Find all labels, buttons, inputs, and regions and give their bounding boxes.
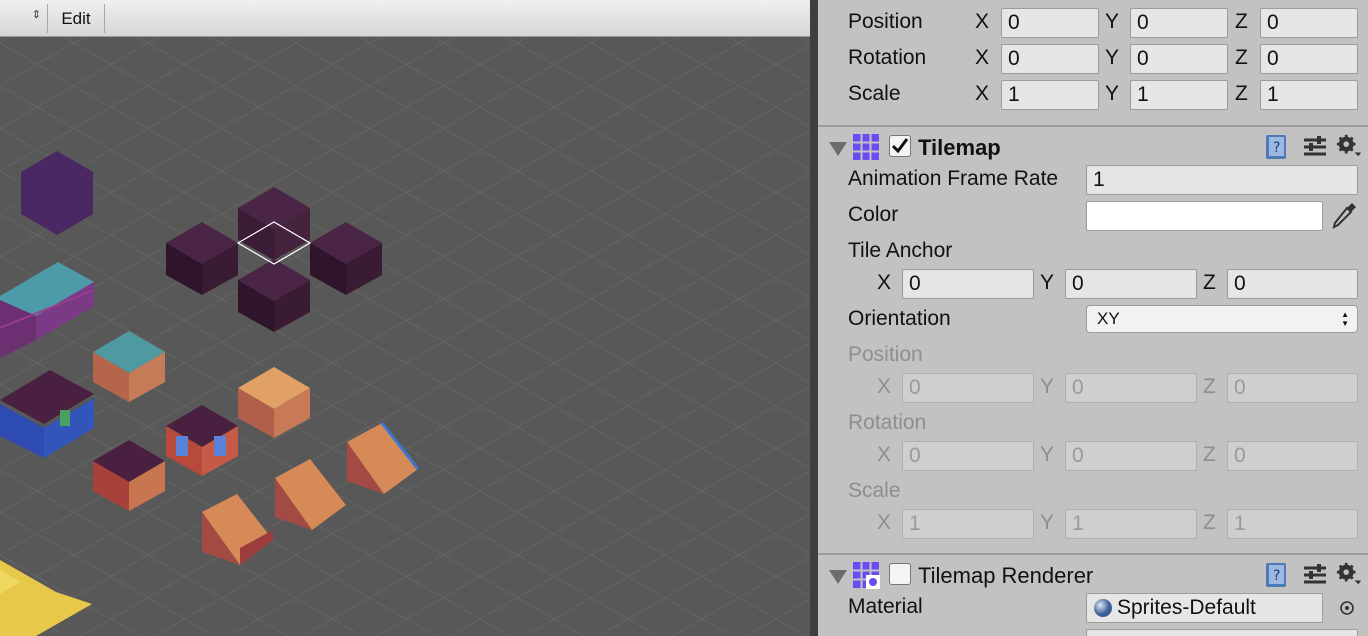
transform-position-z[interactable]: 0	[1260, 8, 1358, 38]
checkmark-icon	[891, 138, 909, 154]
axis-y-label: Y	[1040, 511, 1055, 534]
color-swatch-field[interactable]	[1086, 201, 1323, 231]
orientation-position-z: 0	[1227, 373, 1358, 403]
updown-arrows-icon: ▲ ▼	[1341, 310, 1349, 328]
axis-y-label: Y	[1105, 10, 1120, 33]
help-book-icon[interactable]: ?	[1264, 562, 1290, 588]
tile-anchor-y[interactable]: 0	[1065, 269, 1197, 299]
orientation-rotation-y: 0	[1065, 441, 1197, 471]
transform-position-label: Position	[848, 10, 923, 33]
orientation-scale-y: 1	[1065, 509, 1197, 539]
tilemap-renderer-icon	[853, 562, 880, 589]
axis-y-label: Y	[1105, 82, 1120, 105]
transform-rotation-label: Rotation	[848, 46, 927, 69]
scene-canvas[interactable]	[0, 37, 810, 636]
tilemap-renderer-enabled-checkbox[interactable]	[889, 563, 911, 585]
axis-z-label: Z	[1203, 443, 1216, 466]
draw-mode-dropdown[interactable]: ⇕	[0, 4, 48, 33]
panel-splitter[interactable]	[810, 0, 818, 636]
grid-component-icon	[853, 134, 879, 160]
material-field[interactable]: Sprites-Default	[1086, 593, 1323, 623]
component-divider	[818, 125, 1368, 127]
axis-y-label: Y	[1105, 46, 1120, 69]
transform-rotation-x[interactable]: 0	[1001, 44, 1099, 74]
animation-frame-rate-field[interactable]: 1	[1086, 165, 1358, 195]
axis-y-label: Y	[1040, 271, 1055, 294]
foldout-arrow-icon[interactable]	[829, 142, 847, 156]
tile-anchor-z[interactable]: 0	[1227, 269, 1358, 299]
component-divider	[818, 553, 1368, 555]
transform-scale-x[interactable]: 1	[1001, 80, 1099, 110]
orientation-value: XY	[1097, 309, 1120, 328]
scene-toolbar: ⇕ Edit	[0, 0, 810, 37]
transform-rotation-y[interactable]: 0	[1130, 44, 1228, 74]
color-label: Color	[848, 203, 899, 226]
axis-x-label: X	[877, 375, 892, 398]
axis-y-label: Y	[1040, 443, 1055, 466]
gear-icon[interactable]	[1336, 133, 1362, 159]
orientation-dropdown[interactable]: XY ▲ ▼	[1086, 305, 1358, 333]
axis-x-label: X	[877, 443, 892, 466]
orientation-label: Orientation	[848, 307, 951, 330]
orientation-rotation-label: Rotation	[848, 411, 927, 434]
scene-view[interactable]: ⇕ Edit	[0, 0, 810, 636]
edit-button[interactable]: Edit	[48, 4, 105, 33]
material-label: Material	[848, 595, 923, 618]
transform-position-y[interactable]: 0	[1130, 8, 1228, 38]
orientation-rotation-x: 0	[902, 441, 1034, 471]
axis-z-label: Z	[1235, 46, 1248, 69]
inspector-panel: Position X 0 Y 0 Z 0 Rotation X 0 Y 0 Z …	[818, 0, 1368, 636]
transform-rotation-z[interactable]: 0	[1260, 44, 1358, 74]
axis-x-label: X	[975, 46, 990, 69]
foldout-arrow-icon[interactable]	[829, 570, 847, 584]
tilemap-title: Tilemap	[918, 135, 1001, 160]
animation-frame-rate-label: Animation Frame Rate	[848, 167, 1059, 190]
transform-position-x[interactable]: 0	[1001, 8, 1099, 38]
tilemap-renderer-title: Tilemap Renderer	[918, 563, 1094, 588]
orientation-scale-x: 1	[902, 509, 1034, 539]
axis-z-label: Z	[1203, 375, 1216, 398]
axis-x-label: X	[975, 10, 990, 33]
preset-sliders-icon[interactable]	[1302, 134, 1328, 160]
orientation-position-y: 0	[1065, 373, 1197, 403]
eyedropper-icon[interactable]	[1330, 201, 1358, 231]
gear-icon[interactable]	[1336, 561, 1362, 587]
orientation-position-label: Position	[848, 343, 923, 366]
object-picker-icon[interactable]	[1338, 599, 1356, 617]
help-book-icon[interactable]: ?	[1264, 134, 1290, 160]
tilemap-enabled-checkbox[interactable]	[889, 135, 911, 157]
orientation-scale-z: 1	[1227, 509, 1358, 539]
axis-x-label: X	[975, 82, 990, 105]
next-field-partial[interactable]	[1086, 629, 1358, 636]
axis-z-label: Z	[1235, 10, 1248, 33]
orientation-scale-label: Scale	[848, 479, 901, 502]
axis-z-label: Z	[1203, 271, 1216, 294]
svg-text:?: ?	[1273, 140, 1280, 156]
svg-text:?: ?	[1273, 568, 1280, 584]
axis-z-label: Z	[1203, 511, 1216, 534]
material-value: Sprites-Default	[1117, 596, 1256, 619]
orientation-rotation-z: 0	[1227, 441, 1358, 471]
transform-scale-z[interactable]: 1	[1260, 80, 1358, 110]
updown-arrows-icon: ⇕	[31, 9, 41, 21]
material-sphere-icon	[1094, 599, 1112, 617]
axis-y-label: Y	[1040, 375, 1055, 398]
preset-sliders-icon[interactable]	[1302, 562, 1328, 588]
transform-scale-y[interactable]: 1	[1130, 80, 1228, 110]
tile-anchor-x[interactable]: 0	[902, 269, 1034, 299]
axis-x-label: X	[877, 511, 892, 534]
tile-anchor-label: Tile Anchor	[848, 239, 953, 262]
axis-z-label: Z	[1235, 82, 1248, 105]
transform-scale-label: Scale	[848, 82, 901, 105]
orientation-position-x: 0	[902, 373, 1034, 403]
axis-x-label: X	[877, 271, 892, 294]
